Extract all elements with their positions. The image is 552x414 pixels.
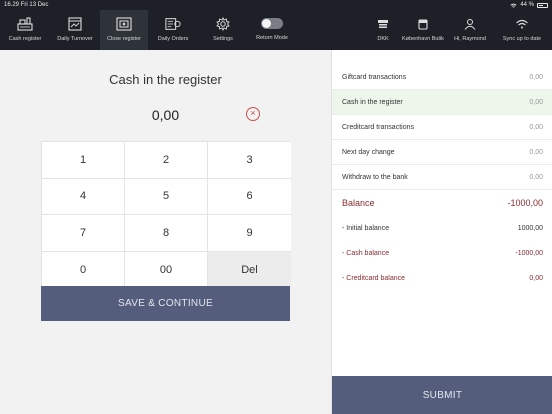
nav-settings[interactable]: Settings — [198, 10, 248, 50]
creditcard-balance-value: 0,00 — [529, 275, 543, 282]
summary-value: 0,00 — [529, 174, 543, 181]
user-icon — [462, 16, 478, 32]
cash-amount-display: 0,00 — [151, 107, 180, 123]
calendar-icon — [67, 16, 83, 32]
key-8[interactable]: 8 — [125, 215, 208, 252]
initial-balance-value: 1000,00 — [517, 225, 543, 232]
summary-label: Giftcard transactions — [342, 74, 407, 81]
balance-row: Balance -1000,00 — [332, 191, 552, 216]
register-title: Cash in the register — [109, 72, 222, 87]
summary-row-cash[interactable]: Cash in the register 0,00 — [332, 90, 552, 115]
cash-balance-row: - Cash balance -1000,00 — [332, 241, 552, 266]
summary-row-withdraw[interactable]: Withdraw to the bank 0,00 — [332, 165, 552, 190]
battery-percent: 44 % — [520, 2, 534, 8]
key-5[interactable]: 5 — [125, 178, 208, 215]
summary-value: 0,00 — [529, 74, 543, 81]
nav-daily-turnover[interactable]: Daily Turnover — [50, 10, 100, 50]
nav-close-register[interactable]: Close register — [100, 10, 148, 50]
key-9[interactable]: 9 — [208, 215, 291, 252]
nav-daily-orders[interactable]: Daily Orders — [148, 10, 198, 50]
wifi-icon — [514, 16, 530, 32]
summary-label: Withdraw to the bank — [342, 174, 408, 181]
wifi-status-icon — [510, 3, 517, 8]
summary-row-creditcard[interactable]: Creditcard transactions 0,00 — [332, 115, 552, 140]
key-1[interactable]: 1 — [42, 142, 125, 179]
key-6[interactable]: 6 — [208, 178, 291, 215]
close-icon: × — [250, 108, 256, 118]
daily-orders-icon — [165, 16, 181, 32]
nav-label: Settings — [213, 36, 233, 42]
key-2[interactable]: 2 — [125, 142, 208, 179]
cash-balance-value: -1000,00 — [515, 250, 543, 257]
summary-value: 0,00 — [529, 99, 543, 106]
status-bar: 16.29 Fri 13 Dec 44 % — [0, 0, 552, 10]
initial-balance-row: - Initial balance 1000,00 — [332, 216, 552, 241]
nav-label: Sync up to date — [502, 36, 542, 42]
creditcard-balance-row: - Creditcard balance 0,00 — [332, 266, 552, 291]
status-time: 16.29 — [4, 2, 20, 8]
status-date: Fri 13 Dec — [20, 2, 49, 8]
key-4[interactable]: 4 — [42, 178, 125, 215]
initial-balance-label: - Initial balance — [342, 225, 390, 232]
key-delete[interactable]: Del — [208, 251, 291, 288]
nav-label: Return Mode — [256, 35, 288, 41]
key-3[interactable]: 3 — [208, 142, 291, 179]
currency-icon — [375, 16, 391, 32]
nav-store[interactable]: København Butik — [398, 10, 448, 50]
summary-label: Next day change — [342, 149, 395, 156]
return-mode-toggle[interactable] — [261, 18, 283, 29]
summary-value: 0,00 — [529, 149, 543, 156]
balance-label: Balance — [342, 198, 375, 208]
cash-register-icon — [17, 16, 33, 32]
battery-icon — [537, 2, 548, 8]
key-7[interactable]: 7 — [42, 215, 125, 252]
summary-label: Cash in the register — [342, 99, 403, 106]
store-icon — [415, 16, 431, 32]
nav-sync[interactable]: Sync up to date — [494, 10, 550, 50]
summary-value: 0,00 — [529, 124, 543, 131]
cash-balance-label: - Cash balance — [342, 250, 390, 257]
summary-row-next-day-change[interactable]: Next day change 0,00 — [332, 140, 552, 165]
save-continue-button[interactable]: SAVE & CONTINUE — [41, 286, 290, 321]
numeric-keypad: 1 2 3 4 5 6 7 8 9 0 00 Del — [41, 141, 291, 288]
nav-cash-register[interactable]: Cash register — [0, 10, 50, 50]
key-0[interactable]: 0 — [42, 251, 125, 288]
summary-label: Creditcard transactions — [342, 124, 414, 131]
nav-label: Daily Orders — [157, 36, 189, 42]
nav-currency[interactable]: DKK — [368, 10, 398, 50]
balance-value: -1000,00 — [507, 198, 543, 208]
nav-label: København Butik — [402, 36, 444, 42]
top-bar: 16.29 Fri 13 Dec 44 % Cash register Dail… — [0, 0, 552, 50]
creditcard-balance-label: - Creditcard balance — [342, 275, 406, 282]
nav-label: Hi, Raymond — [454, 36, 486, 42]
close-register-icon — [116, 16, 132, 32]
nav-label: Daily Turnover — [57, 36, 93, 42]
nav-label: DKK — [377, 36, 389, 42]
key-00[interactable]: 00 — [125, 251, 208, 288]
summary-panel: Giftcard transactions 0,00 Cash in the r… — [331, 50, 552, 414]
gear-icon — [215, 16, 231, 32]
nav-user[interactable]: Hi, Raymond — [448, 10, 492, 50]
summary-row-giftcard[interactable]: Giftcard transactions 0,00 — [332, 65, 552, 90]
nav-label: Close register — [107, 36, 141, 42]
submit-button[interactable]: SUBMIT — [332, 376, 552, 414]
clear-amount-button[interactable]: × — [246, 107, 260, 121]
nav-label: Cash register — [8, 36, 42, 42]
nav-return-mode[interactable]: Return Mode — [248, 10, 296, 50]
